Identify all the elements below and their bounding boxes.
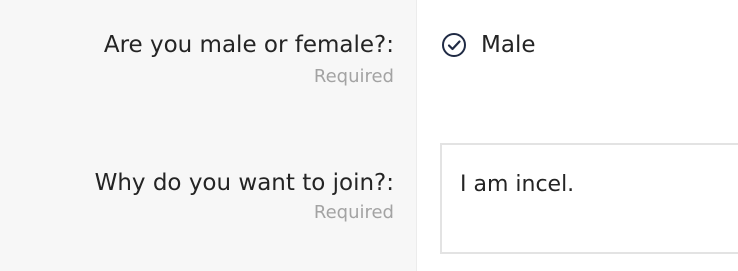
reason-required-hint: Required	[313, 202, 394, 223]
reason-field-label: Why do you want to join?:	[94, 170, 394, 196]
value-column: Male I am incel.	[417, 0, 738, 271]
reason-textarea[interactable]: I am incel.	[440, 143, 738, 254]
gender-field-label: Are you male or female?:	[103, 32, 394, 58]
label-column: Are you male or female?: Required Why do…	[0, 0, 417, 271]
gender-option-label: Male	[481, 32, 536, 58]
gender-option-male[interactable]: Male	[441, 31, 535, 59]
gender-required-hint: Required	[313, 66, 394, 87]
check-circle-icon[interactable]	[441, 32, 467, 58]
